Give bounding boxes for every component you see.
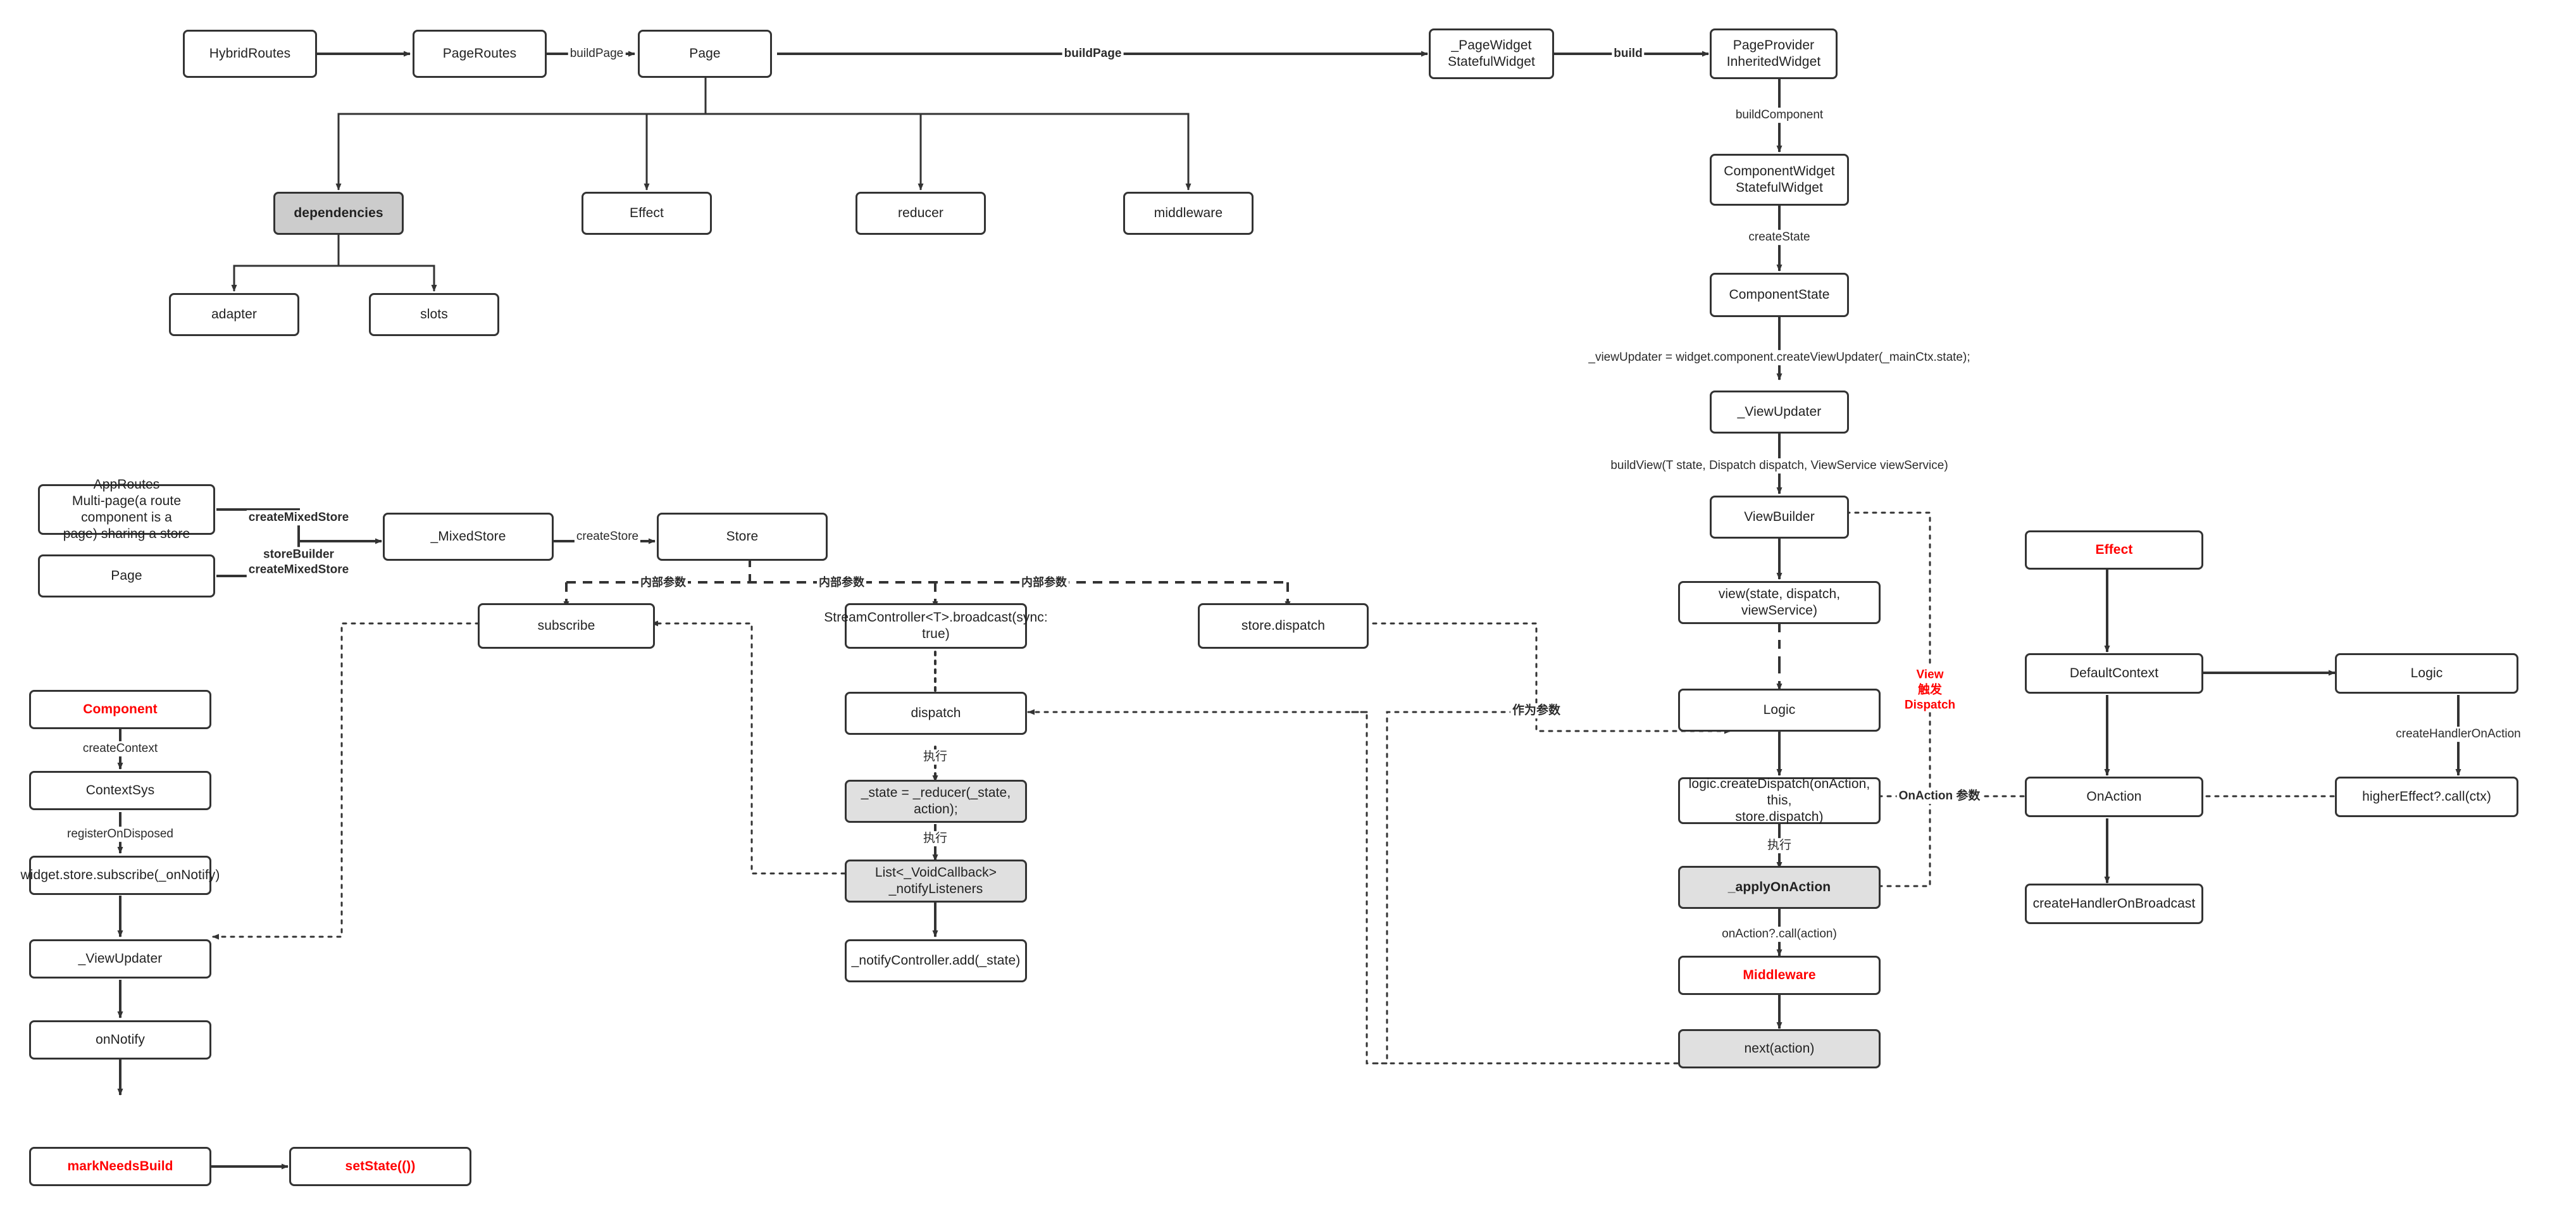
node-widget-subscribe[interactable]: widget.store.subscribe(_onNotify): [21, 856, 220, 895]
node-mark-needs-build[interactable]: markNeedsBuild: [29, 1147, 211, 1186]
node-reducer-top[interactable]: reducer: [856, 192, 986, 235]
edge-label-build-component: buildComponent: [1733, 108, 1826, 123]
node-higher-effect[interactable]: higherEffect?.call(ctx): [2335, 777, 2518, 817]
node-apply-on-action[interactable]: _applyOnAction: [1678, 866, 1881, 909]
node-logic-mid[interactable]: Logic: [1678, 689, 1881, 732]
node-stream-controller[interactable]: StreamController<T>.broadcast(sync: true…: [824, 603, 1048, 649]
edge-label-create-state: createState: [1746, 230, 1812, 245]
node-create-handler-on-broadcast[interactable]: createHandlerOnBroadcast: [2025, 884, 2203, 924]
edge-label-view-trigger-dispatch: View 触发 Dispatch: [1902, 667, 1958, 713]
node-on-notify[interactable]: onNotify: [29, 1020, 211, 1060]
edge-label-create-context: createContext: [80, 741, 160, 756]
node-store[interactable]: Store: [657, 513, 828, 561]
node-middleware-right[interactable]: Middleware: [1678, 956, 1881, 995]
diagram-canvas: HybridRoutes PageRoutes Page _PageWidget…: [0, 0, 2576, 1226]
node-default-context[interactable]: DefaultContext: [2025, 653, 2203, 694]
edge-label-build-page-1: buildPage: [568, 46, 626, 61]
edge-label-create-mixed-store: createMixedStore: [246, 510, 351, 525]
edge-label-execute-2: 执行: [921, 831, 950, 846]
node-context-sys[interactable]: ContextSys: [29, 771, 211, 810]
node-page-provider[interactable]: PageProvider InheritedWidget: [1710, 28, 1838, 79]
node-app-routes[interactable]: AppRoutes Multi-page(a route component i…: [38, 477, 215, 541]
edge-label-view-updater-assign: _viewUpdater = widget.component.createVi…: [1586, 350, 1972, 365]
node-dispatch[interactable]: dispatch: [845, 692, 1027, 735]
edge-label-execute-1: 执行: [921, 749, 950, 765]
edge-label-internal-param-1: 内部参数: [638, 575, 688, 590]
node-adapter[interactable]: adapter: [169, 293, 299, 336]
node-notify-listeners[interactable]: List<_VoidCallback> _notifyListeners: [845, 860, 1027, 903]
node-page-widget[interactable]: _PageWidget StatefulWidget: [1429, 28, 1554, 79]
node-component-widget[interactable]: ComponentWidget StatefulWidget: [1710, 154, 1849, 206]
node-create-dispatch[interactable]: logic.createDispatch(onAction, this, sto…: [1678, 777, 1881, 824]
edge-label-create-handler-on-action: createHandlerOnAction: [2394, 727, 2523, 742]
node-page-routes[interactable]: PageRoutes: [413, 30, 547, 78]
node-dependencies[interactable]: dependencies: [273, 192, 404, 235]
node-view-updater-right[interactable]: _ViewUpdater: [1710, 391, 1849, 434]
edge-label-on-action-param: OnAction 参数: [1896, 789, 1982, 804]
node-effect-right[interactable]: Effect: [2025, 530, 2203, 570]
edge-label-store-builder: storeBuilder createMixedStore: [246, 547, 351, 577]
edge-label-create-store: createStore: [574, 529, 641, 544]
node-logic-right[interactable]: Logic: [2335, 653, 2518, 694]
node-hybrid-routes[interactable]: HybridRoutes: [183, 30, 317, 78]
node-next-action[interactable]: next(action): [1678, 1029, 1881, 1068]
node-slots[interactable]: slots: [369, 293, 499, 336]
edge-label-build-view-signature: buildView(T state, Dispatch dispatch, Vi…: [1608, 458, 1950, 473]
node-notify-controller[interactable]: _notifyController.add(_state): [845, 939, 1027, 982]
node-store-dispatch[interactable]: store.dispatch: [1198, 603, 1369, 649]
node-state-reducer[interactable]: _state = _reducer(_state, action);: [845, 780, 1027, 823]
node-effect-top[interactable]: Effect: [582, 192, 712, 235]
node-view-builder[interactable]: ViewBuilder: [1710, 496, 1849, 539]
edge-label-build-page-2: buildPage: [1062, 46, 1124, 61]
edge-label-as-parameter: 作为参数: [1510, 703, 1563, 718]
edge-label-register-on-disposed: registerOnDisposed: [65, 827, 175, 842]
node-on-action[interactable]: OnAction: [2025, 777, 2203, 817]
node-component[interactable]: Component: [29, 690, 211, 729]
node-page-mid[interactable]: Page: [38, 554, 215, 597]
node-view-call[interactable]: view(state, dispatch, viewService): [1678, 581, 1881, 624]
node-view-updater-left[interactable]: _ViewUpdater: [29, 939, 211, 979]
node-mixed-store[interactable]: _MixedStore: [383, 513, 554, 561]
node-page-top[interactable]: Page: [638, 30, 772, 78]
edge-label-internal-param-3: 内部参数: [1019, 575, 1069, 590]
node-component-state[interactable]: ComponentState: [1710, 273, 1849, 317]
node-set-state[interactable]: setState(()): [289, 1147, 471, 1186]
edge-label-on-action-call: onAction?.call(action): [1720, 927, 1839, 942]
node-middleware-top[interactable]: middleware: [1123, 192, 1254, 235]
node-subscribe[interactable]: subscribe: [478, 603, 655, 649]
edge-label-internal-param-2: 内部参数: [817, 575, 866, 590]
edge-label-execute-3: 执行: [1765, 838, 1794, 853]
edge-label-build: build: [1612, 46, 1645, 61]
